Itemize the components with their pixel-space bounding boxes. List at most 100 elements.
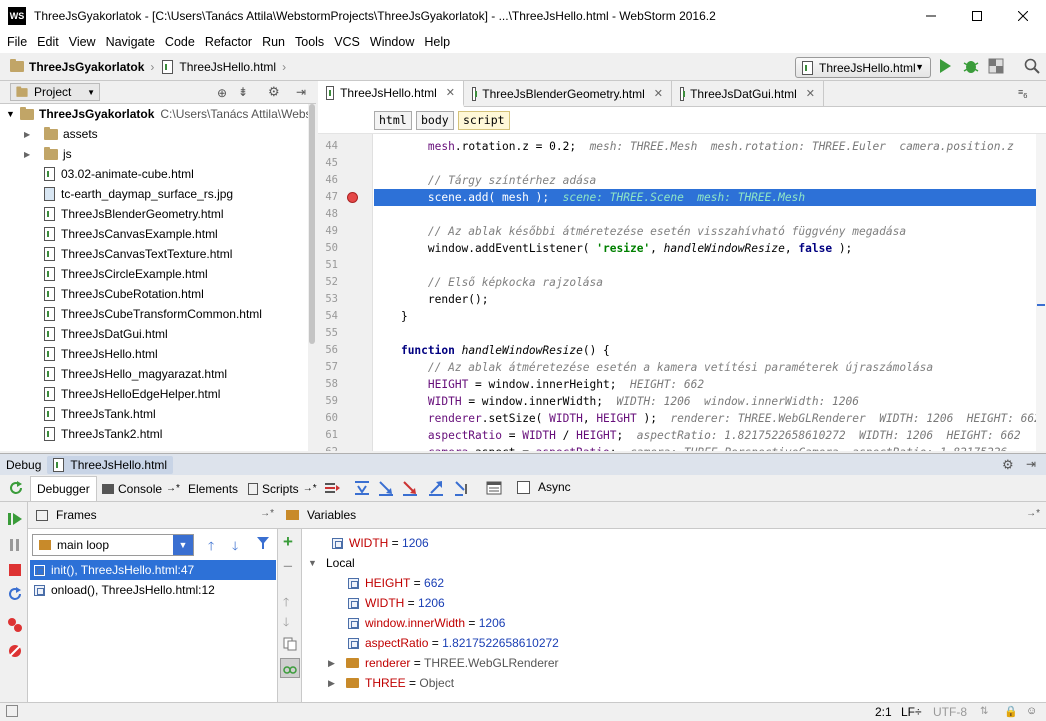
breakpoint-icon[interactable] [347,192,358,203]
code-line[interactable]: mesh.rotation.z = 0.2; mesh: THREE.Mesh … [374,138,1046,155]
close-tab-icon[interactable]: ✕ [806,87,815,100]
add-watch-icon[interactable]: + [283,533,293,550]
code-line[interactable]: function handleWindowResize() { [374,342,1046,359]
tree-item[interactable]: ThreeJsCanvasTextTexture.html [44,244,232,264]
breadcrumb-file[interactable]: ThreeJsHello.html › [154,59,286,74]
project-scrollbar[interactable] [308,104,316,451]
line-separator[interactable]: LF÷ [901,705,922,719]
code-line[interactable]: } [374,308,1046,325]
code-editor[interactable]: 44 45 46 47 48 49 50 51 52 53 54 55 56 57 58 59 60 61 62 m… [318,134,1046,451]
collapsed-arrow-icon[interactable]: ▶ [328,658,346,669]
step-into-icon[interactable] [378,480,394,496]
code-line[interactable] [374,325,1046,342]
thread-select[interactable]: main loop ▼ [32,534,194,556]
code-line[interactable]: // Első képkocka rajzolása [374,274,1046,291]
close-button[interactable] [1000,0,1046,31]
menu-run[interactable]: Run [257,35,290,49]
code-line[interactable]: scene.add( mesh ); scene: THREE.Scene me… [374,189,1046,206]
pin-icon[interactable]: →* [1026,508,1040,519]
tab-blendergeometry[interactable]: ThreeJsBlenderGeometry.html ✕ [464,81,672,106]
stop-icon[interactable] [8,563,22,577]
tree-item[interactable]: 03.02-animate-cube.html [44,164,194,184]
tree-item[interactable]: tc-earth_daymap_surface_rs.jpg [44,184,233,204]
variable-row[interactable]: ▶ renderer = THREE.WebGLRenderer [328,653,559,673]
tab-scripts[interactable]: Scripts →* [242,476,323,501]
minimize-button[interactable] [908,0,954,31]
step-out-icon[interactable] [428,480,444,496]
tree-item[interactable]: ThreeJsTank.html [44,404,156,424]
tool-windows-icon[interactable] [6,705,18,717]
code-line[interactable]: // Tárgy színtérhez adása [374,172,1046,189]
variable-row[interactable]: ▼ Local [308,553,355,573]
tree-item[interactable]: ThreeJsCanvasExample.html [44,224,218,244]
filter-icon[interactable] [256,536,270,550]
collapsed-arrow-icon[interactable]: ▶ [24,150,44,159]
variable-row[interactable]: WIDTH = 1206 [332,533,429,553]
menu-file[interactable]: File [2,35,32,49]
close-tab-icon[interactable]: ✕ [654,87,663,100]
tag-body[interactable]: body [416,111,454,130]
code-line[interactable] [374,257,1046,274]
watches-toggle-icon[interactable] [280,658,300,678]
code-line[interactable]: window.addEventListener( 'resize', handl… [374,240,1046,257]
breadcrumb-project[interactable]: ThreeJsGyakorlatok › [0,59,154,74]
code-line[interactable]: renderer.setSize( WIDTH, HEIGHT ); rende… [374,410,1046,427]
variable-row[interactable]: WIDTH = 1206 [348,593,445,613]
editor-gutter[interactable]: 44 45 46 47 48 49 50 51 52 53 54 55 56 57 58 59 60 61 62 [318,134,373,451]
code-line[interactable]: // Az ablak későbbi átméretezése esetén … [374,223,1046,240]
locate-icon[interactable]: ⊕ [217,86,227,100]
tree-item[interactable]: ThreeJsTank2.html [44,424,162,444]
editor-scrollbar[interactable] [1036,134,1046,451]
tree-item[interactable]: ThreeJsHelloEdgeHelper.html [44,384,220,404]
code-line[interactable] [374,155,1046,172]
tree-item[interactable]: ▶ js [24,144,72,164]
hide-icon[interactable]: ⇥ [1026,457,1036,471]
tree-item[interactable]: ▶ assets [24,124,98,144]
debug-session-tab[interactable]: ThreeJsHello.html [47,455,174,474]
expanded-arrow-icon[interactable]: ▼ [308,558,326,568]
debug-icon[interactable] [962,57,980,75]
rerun-icon[interactable] [8,480,24,496]
tab-overflow-button[interactable]: ≡6 [1018,87,1027,100]
frame-row[interactable]: init(), ThreeJsHello.html:47 [30,560,276,580]
tag-script[interactable]: script [458,111,510,130]
remove-watch-icon[interactable]: − [283,558,293,575]
gear-icon[interactable]: ⚙ [1002,457,1014,473]
step-over-icon[interactable] [354,480,370,496]
menu-window[interactable]: Window [365,35,419,49]
menu-navigate[interactable]: Navigate [101,35,160,49]
tree-item[interactable]: ThreeJsCircleExample.html [44,264,208,284]
resume-icon[interactable] [8,512,22,526]
tree-item[interactable]: ThreeJsDatGui.html [44,324,168,344]
force-step-into-icon[interactable] [402,480,418,496]
run-to-cursor-icon[interactable] [454,480,470,496]
tab-datgui[interactable]: ThreeJsDatGui.html ✕ [672,81,824,106]
menu-view[interactable]: View [64,35,101,49]
lock-icon[interactable]: 🔒 [1004,705,1018,718]
frame-row[interactable]: onload(), ThreeJsHello.html:12 [30,580,276,600]
restart-icon[interactable] [7,586,23,602]
run-configuration-select[interactable]: ThreeJsHello.html ▼ [795,57,931,78]
show-execution-point-icon[interactable] [324,480,340,496]
menu-vcs[interactable]: VCS [329,35,365,49]
collapsed-arrow-icon[interactable]: ▶ [328,678,346,689]
tree-item[interactable]: ThreeJsCubeTransformCommon.html [44,304,262,324]
collapse-icon[interactable]: ⇟ [238,85,248,99]
code-line[interactable]: render(); [374,291,1046,308]
mute-breakpoints-icon[interactable] [7,643,23,659]
tab-elements[interactable]: Elements [182,476,244,501]
arrow-up-icon[interactable]: 🡑 [208,537,214,558]
variable-row[interactable]: ▶ THREE = Object [328,673,454,693]
menu-code[interactable]: Code [160,35,200,49]
code-line[interactable]: HEIGHT = window.innerHeight; HEIGHT: 662 [374,376,1046,393]
tree-item[interactable]: ThreeJsHello.html [44,344,158,364]
menu-tools[interactable]: Tools [290,35,329,49]
inspector-icon[interactable]: ☺ [1026,705,1037,717]
pause-icon[interactable] [8,538,22,552]
project-view-select[interactable]: Project ▼ [10,83,100,101]
tag-html[interactable]: html [374,111,412,130]
variable-row[interactable]: aspectRatio = 1.8217522658610272 [348,633,559,653]
code-line[interactable]: WIDTH = window.innerWidth; WIDTH: 1206 w… [374,393,1046,410]
hide-icon[interactable]: ⇥ [296,85,306,99]
tree-item[interactable]: ThreeJsBlenderGeometry.html [44,204,224,224]
